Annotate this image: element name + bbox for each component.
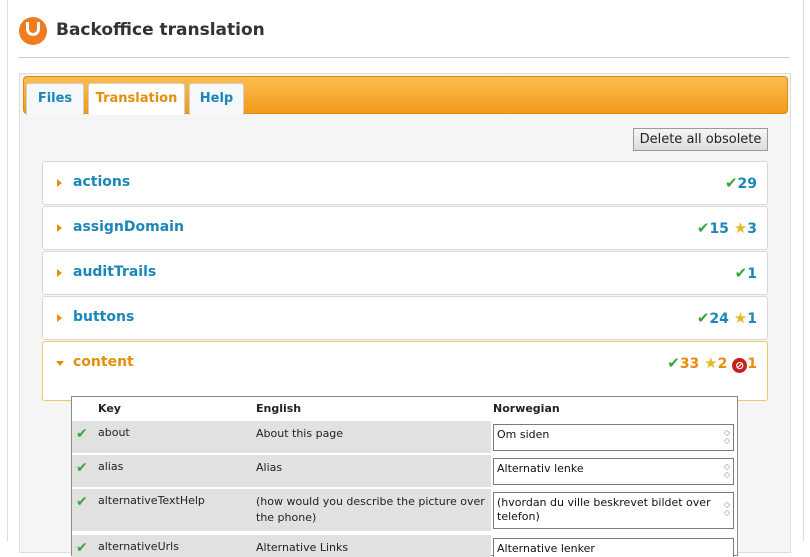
translated-count: 15 [709, 221, 729, 237]
scroll-arrows-icon[interactable]: ◇ ◇ [724, 463, 730, 479]
column-header-key: Key [98, 402, 121, 415]
chevron-down-icon [56, 361, 64, 366]
section-name: auditTrails [73, 264, 157, 280]
check-icon: ✔ [76, 426, 88, 442]
translated-count: 29 [737, 176, 757, 192]
check-icon: ✔ [696, 309, 710, 327]
check-icon: ✔ [734, 264, 748, 282]
check-icon: ✔ [76, 494, 88, 510]
row-key: alternativeTextHelp [98, 494, 205, 507]
chevron-right-icon [57, 269, 62, 277]
section-buttons[interactable]: buttons ✔24 ★1 [42, 296, 768, 340]
table-row: ✔ about About this page Om siden ◇ ◇ [72, 421, 737, 453]
section-stats: ✔29 [725, 174, 757, 192]
translated-count: 24 [709, 311, 729, 327]
section-assigndomain[interactable]: assignDomain ✔15 ★3 [42, 206, 768, 250]
section-name: buttons [73, 309, 135, 325]
section-name: content [73, 354, 134, 370]
row-english: About this page [256, 427, 344, 440]
row-key: alternativeUrls [98, 540, 179, 553]
check-icon: ✔ [724, 174, 738, 192]
scroll-arrows-icon[interactable]: ◇ ◇ [724, 429, 730, 445]
tab-files[interactable]: Files [26, 83, 84, 115]
stop-icon: ⊘ [732, 358, 748, 373]
delete-all-obsolete-button[interactable]: Delete all obsolete [633, 128, 768, 151]
column-header-norwegian: Norwegian [493, 402, 560, 415]
section-name: assignDomain [73, 219, 184, 235]
tab-translation[interactable]: Translation [88, 83, 185, 115]
section-stats: ✔1 [735, 264, 757, 282]
tab-help[interactable]: Help [189, 83, 244, 115]
section-stats: ✔24 ★1 [697, 309, 757, 327]
chevron-right-icon [57, 314, 62, 322]
table-row: ✔ alternativeUrls Alternative Links Alte… [72, 535, 737, 557]
translation-panel: Files Translation Help Delete all obsole… [19, 73, 791, 557]
star-icon: ★ [704, 354, 718, 372]
star-icon: ★ [733, 309, 748, 327]
tab-bar: Files Translation Help [23, 76, 788, 115]
row-key: alias [98, 460, 124, 473]
section-stats: ✔33 ★2 ⊘ 1 [667, 354, 757, 373]
norwegian-input[interactable]: (hvordan du ville beskrevet bildet over … [493, 492, 734, 529]
scroll-arrows-icon[interactable]: ◇ ◇ [724, 501, 730, 517]
section-stats: ✔15 ★3 [697, 219, 757, 237]
check-icon: ✔ [696, 219, 710, 237]
chevron-right-icon [57, 224, 62, 232]
check-icon: ✔ [667, 354, 680, 372]
section-actions[interactable]: actions ✔29 [42, 161, 768, 205]
section-audittrails[interactable]: auditTrails ✔1 [42, 251, 768, 295]
row-key: about [98, 426, 130, 439]
row-english: (how would you describe the picture over… [256, 495, 485, 524]
translated-count: 1 [747, 266, 757, 282]
divider [18, 57, 790, 58]
row-english: Alternative Links [256, 541, 349, 554]
row-english: Alias [256, 461, 283, 474]
chevron-right-icon [57, 179, 62, 187]
norwegian-input[interactable]: Om siden [493, 424, 734, 451]
check-icon: ✔ [76, 460, 88, 476]
norwegian-input[interactable]: Alternativ lenke [493, 458, 734, 485]
table-row: ✔ alias Alias Alternativ lenke ◇ ◇ [72, 455, 737, 487]
app-window: Backoffice translation Files Translation… [7, 0, 805, 557]
new-count: 2 [717, 356, 728, 372]
new-count: 1 [747, 311, 757, 327]
translation-table: Key English Norwegian ✔ about About this… [71, 396, 738, 557]
obsolete-count: 1 [747, 356, 757, 372]
section-content[interactable]: content ✔33 ★2 ⊘ 1 [42, 341, 768, 401]
section-name: actions [73, 174, 131, 190]
table-row: ✔ alternativeTextHelp (how would you des… [72, 489, 737, 531]
page-title: Backoffice translation [56, 20, 265, 40]
translated-count: 33 [679, 356, 700, 372]
star-icon: ★ [733, 219, 748, 237]
new-count: 3 [747, 221, 757, 237]
umbraco-logo-icon [19, 17, 47, 45]
check-icon: ✔ [76, 540, 88, 556]
column-header-english: English [256, 402, 302, 415]
header: Backoffice translation [8, 0, 805, 58]
